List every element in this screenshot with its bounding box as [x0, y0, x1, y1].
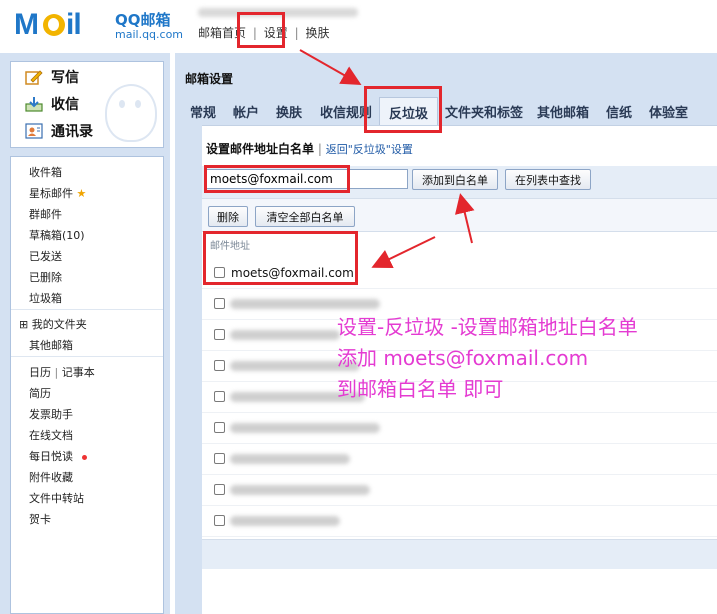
annotation-note: 设置-反垃圾 -设置邮箱地址白名单 添加 moets@foxmail.com 到…: [337, 312, 638, 405]
annotation-line: 设置-反垃圾 -设置邮箱地址白名单: [337, 315, 638, 339]
arrow-to-entry: [371, 236, 436, 269]
arrow-settings-to-tab: [299, 49, 362, 85]
annotation-line: 到邮箱白名单 即可: [337, 377, 504, 401]
annotation-arrows: [299, 49, 475, 269]
annotation-line: 添加 moets@foxmail.com: [337, 346, 589, 370]
arrow-to-add-button: [454, 193, 475, 244]
